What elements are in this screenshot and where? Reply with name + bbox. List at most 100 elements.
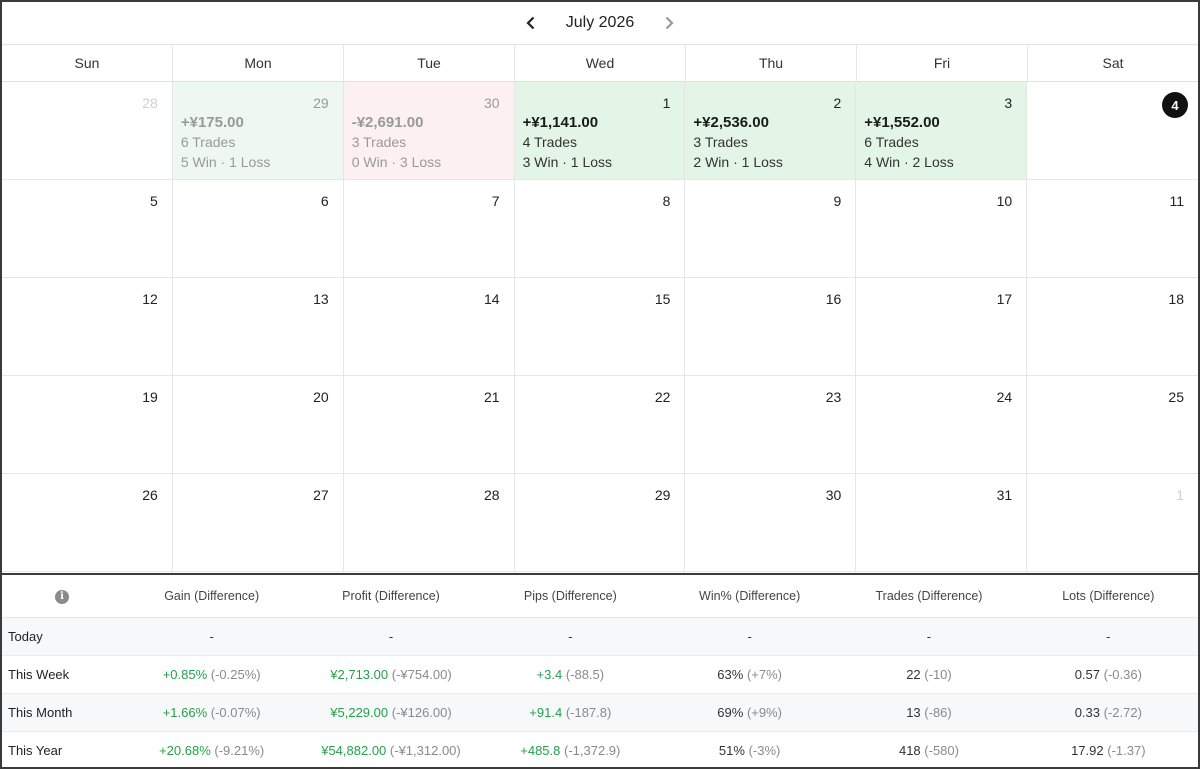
day-number: 1 bbox=[1176, 487, 1184, 503]
day-cell[interactable]: 6 bbox=[172, 180, 344, 278]
day-cell[interactable]: 1 bbox=[1027, 474, 1198, 572]
day-trades: 6 Trades bbox=[864, 134, 919, 150]
day-number: 24 bbox=[996, 389, 1013, 405]
stats-cell: +20.68% (-9.21%) bbox=[122, 731, 301, 769]
day-number: 3 bbox=[1004, 95, 1013, 111]
stats-cell: +3.4 (-88.5) bbox=[480, 655, 660, 694]
stats-row-label: Today bbox=[2, 617, 122, 656]
stats-value: 17.92 bbox=[1071, 742, 1104, 758]
day-cell[interactable]: 1 +¥1,141.00 4 Trades 3 Win · 1 Loss bbox=[514, 82, 686, 180]
day-cell[interactable]: 11 bbox=[1027, 180, 1198, 278]
day-number: 12 bbox=[142, 291, 158, 307]
next-month-button[interactable] bbox=[652, 6, 686, 40]
stats-value: +91.4 bbox=[529, 704, 563, 720]
day-cell[interactable]: 21 bbox=[343, 376, 515, 474]
day-cell[interactable]: 14 bbox=[343, 278, 515, 376]
day-number: 28 bbox=[483, 487, 500, 503]
day-number: 27 bbox=[313, 487, 329, 503]
stats-info-header: i bbox=[2, 575, 122, 618]
day-cell[interactable]: 30 -¥2,691.00 3 Trades 0 Win · 3 Loss bbox=[343, 82, 515, 180]
day-number: 29 bbox=[654, 487, 671, 503]
day-cell[interactable]: 3 +¥1,552.00 6 Trades 4 Win · 2 Loss bbox=[856, 82, 1028, 180]
day-trades: 4 Trades bbox=[522, 134, 578, 150]
day-number: 1 bbox=[662, 95, 671, 111]
day-cell[interactable]: 2 +¥2,536.00 3 Trades 2 Win · 1 Loss bbox=[685, 82, 857, 180]
day-cell[interactable]: 27 bbox=[172, 474, 344, 572]
day-cell[interactable]: 10 bbox=[856, 180, 1028, 278]
day-cell[interactable]: 23 bbox=[685, 376, 857, 474]
day-cell[interactable]: 5 bbox=[2, 180, 173, 278]
stats-difference: (-88.5) bbox=[565, 666, 605, 682]
weekday-sat: Sat bbox=[1102, 55, 1124, 71]
day-cell[interactable]: 16 bbox=[685, 278, 857, 376]
stats-difference: (-9.21%) bbox=[214, 742, 265, 758]
day-cell[interactable]: 19 bbox=[2, 376, 173, 474]
stats-value: +1.66% bbox=[162, 704, 208, 720]
stats-cell: ¥54,882.00 (-¥1,312.00) bbox=[301, 731, 480, 769]
stats-cell: 0.57 (-0.36) bbox=[1018, 655, 1198, 694]
day-number: 29 bbox=[313, 95, 329, 111]
day-cell[interactable]: 25 bbox=[1027, 376, 1198, 474]
col-gain: Gain (Difference) bbox=[122, 575, 302, 618]
col-profit: Profit (Difference) bbox=[301, 575, 481, 618]
stats-difference: (-10) bbox=[924, 666, 952, 682]
day-pnl: -¥2,691.00 bbox=[351, 114, 424, 131]
stats-cell: 17.92 (-1.37) bbox=[1019, 731, 1198, 769]
stats-difference: (-¥1,312.00) bbox=[389, 742, 461, 758]
day-cell[interactable]: 18 bbox=[1027, 278, 1198, 376]
stats-cell: 22 (-10) bbox=[839, 655, 1019, 694]
day-cell[interactable]: 20 bbox=[172, 376, 344, 474]
day-cell[interactable]: 31 bbox=[856, 474, 1028, 572]
day-win-loss: 0 Win · 3 Loss bbox=[351, 154, 442, 170]
stats-value: 51% bbox=[718, 742, 745, 758]
day-cell[interactable]: 28 bbox=[2, 82, 173, 180]
col-lots: Lots (Difference) bbox=[1018, 575, 1198, 618]
day-number: 9 bbox=[833, 193, 842, 209]
col-trades: Trades (Difference) bbox=[839, 575, 1019, 618]
day-cell[interactable]: 29 bbox=[514, 474, 686, 572]
day-number: 15 bbox=[654, 291, 671, 307]
day-number: 23 bbox=[825, 389, 842, 405]
day-number: 28 bbox=[142, 95, 158, 111]
day-cell[interactable]: 12 bbox=[2, 278, 173, 376]
day-win-loss: 3 Win · 1 Loss bbox=[522, 154, 613, 170]
day-cell[interactable]: 7 bbox=[343, 180, 515, 278]
stats-header-row: i Gain (Difference) Profit (Difference) … bbox=[2, 575, 1198, 618]
stats-value: 418 bbox=[898, 742, 921, 758]
stats-value: - bbox=[568, 628, 573, 644]
day-cell[interactable]: 8 bbox=[514, 180, 686, 278]
day-cell[interactable]: 15 bbox=[514, 278, 686, 376]
stats-value: ¥54,882.00 bbox=[321, 742, 387, 758]
stats-cell: 63% (+7%) bbox=[659, 655, 840, 694]
stats-row-label: This Year bbox=[8, 742, 63, 758]
day-cell[interactable]: 24 bbox=[856, 376, 1028, 474]
day-cell[interactable]: 22 bbox=[514, 376, 686, 474]
stats-value: ¥5,229.00 bbox=[330, 704, 389, 720]
calendar-widget: July 2026 Sun Mon Tue Wed Thu Fri Sat 28… bbox=[0, 0, 1200, 769]
day-cell[interactable]: 17 bbox=[856, 278, 1028, 376]
day-cell[interactable]: 9 bbox=[685, 180, 857, 278]
day-number: 16 bbox=[825, 291, 842, 307]
day-cell[interactable]: 13 bbox=[172, 278, 344, 376]
day-summary: -¥2,691.00 3 Trades 0 Win · 3 Loss bbox=[352, 113, 441, 172]
stats-difference: (-2.72) bbox=[1103, 704, 1142, 720]
day-cell[interactable]: 28 bbox=[343, 474, 515, 572]
day-cell[interactable]: 26 bbox=[2, 474, 173, 572]
stats-value: 0.33 bbox=[1074, 704, 1101, 720]
day-cell[interactable]: 4 bbox=[1027, 82, 1198, 180]
day-number: 13 bbox=[313, 291, 329, 307]
stats-value: +0.85% bbox=[162, 666, 208, 682]
day-cell[interactable]: 29 +¥175.00 6 Trades 5 Win · 1 Loss bbox=[172, 82, 344, 180]
weekday-tue: Tue bbox=[344, 45, 515, 81]
stats-value: - bbox=[1106, 628, 1111, 644]
stats-difference: (-187.8) bbox=[565, 704, 612, 720]
day-number: 6 bbox=[320, 193, 329, 209]
day-cell[interactable]: 30 bbox=[685, 474, 857, 572]
day-summary: +¥175.00 6 Trades 5 Win · 1 Loss bbox=[181, 113, 270, 172]
prev-month-button[interactable] bbox=[514, 6, 548, 40]
stats-difference: (-0.07%) bbox=[210, 704, 261, 720]
info-icon[interactable]: i bbox=[55, 589, 69, 604]
stats-value: 63% bbox=[717, 666, 744, 682]
stats-row-label: This Month bbox=[2, 693, 122, 732]
stats-cell: ¥2,713.00 (-¥754.00) bbox=[301, 655, 481, 694]
